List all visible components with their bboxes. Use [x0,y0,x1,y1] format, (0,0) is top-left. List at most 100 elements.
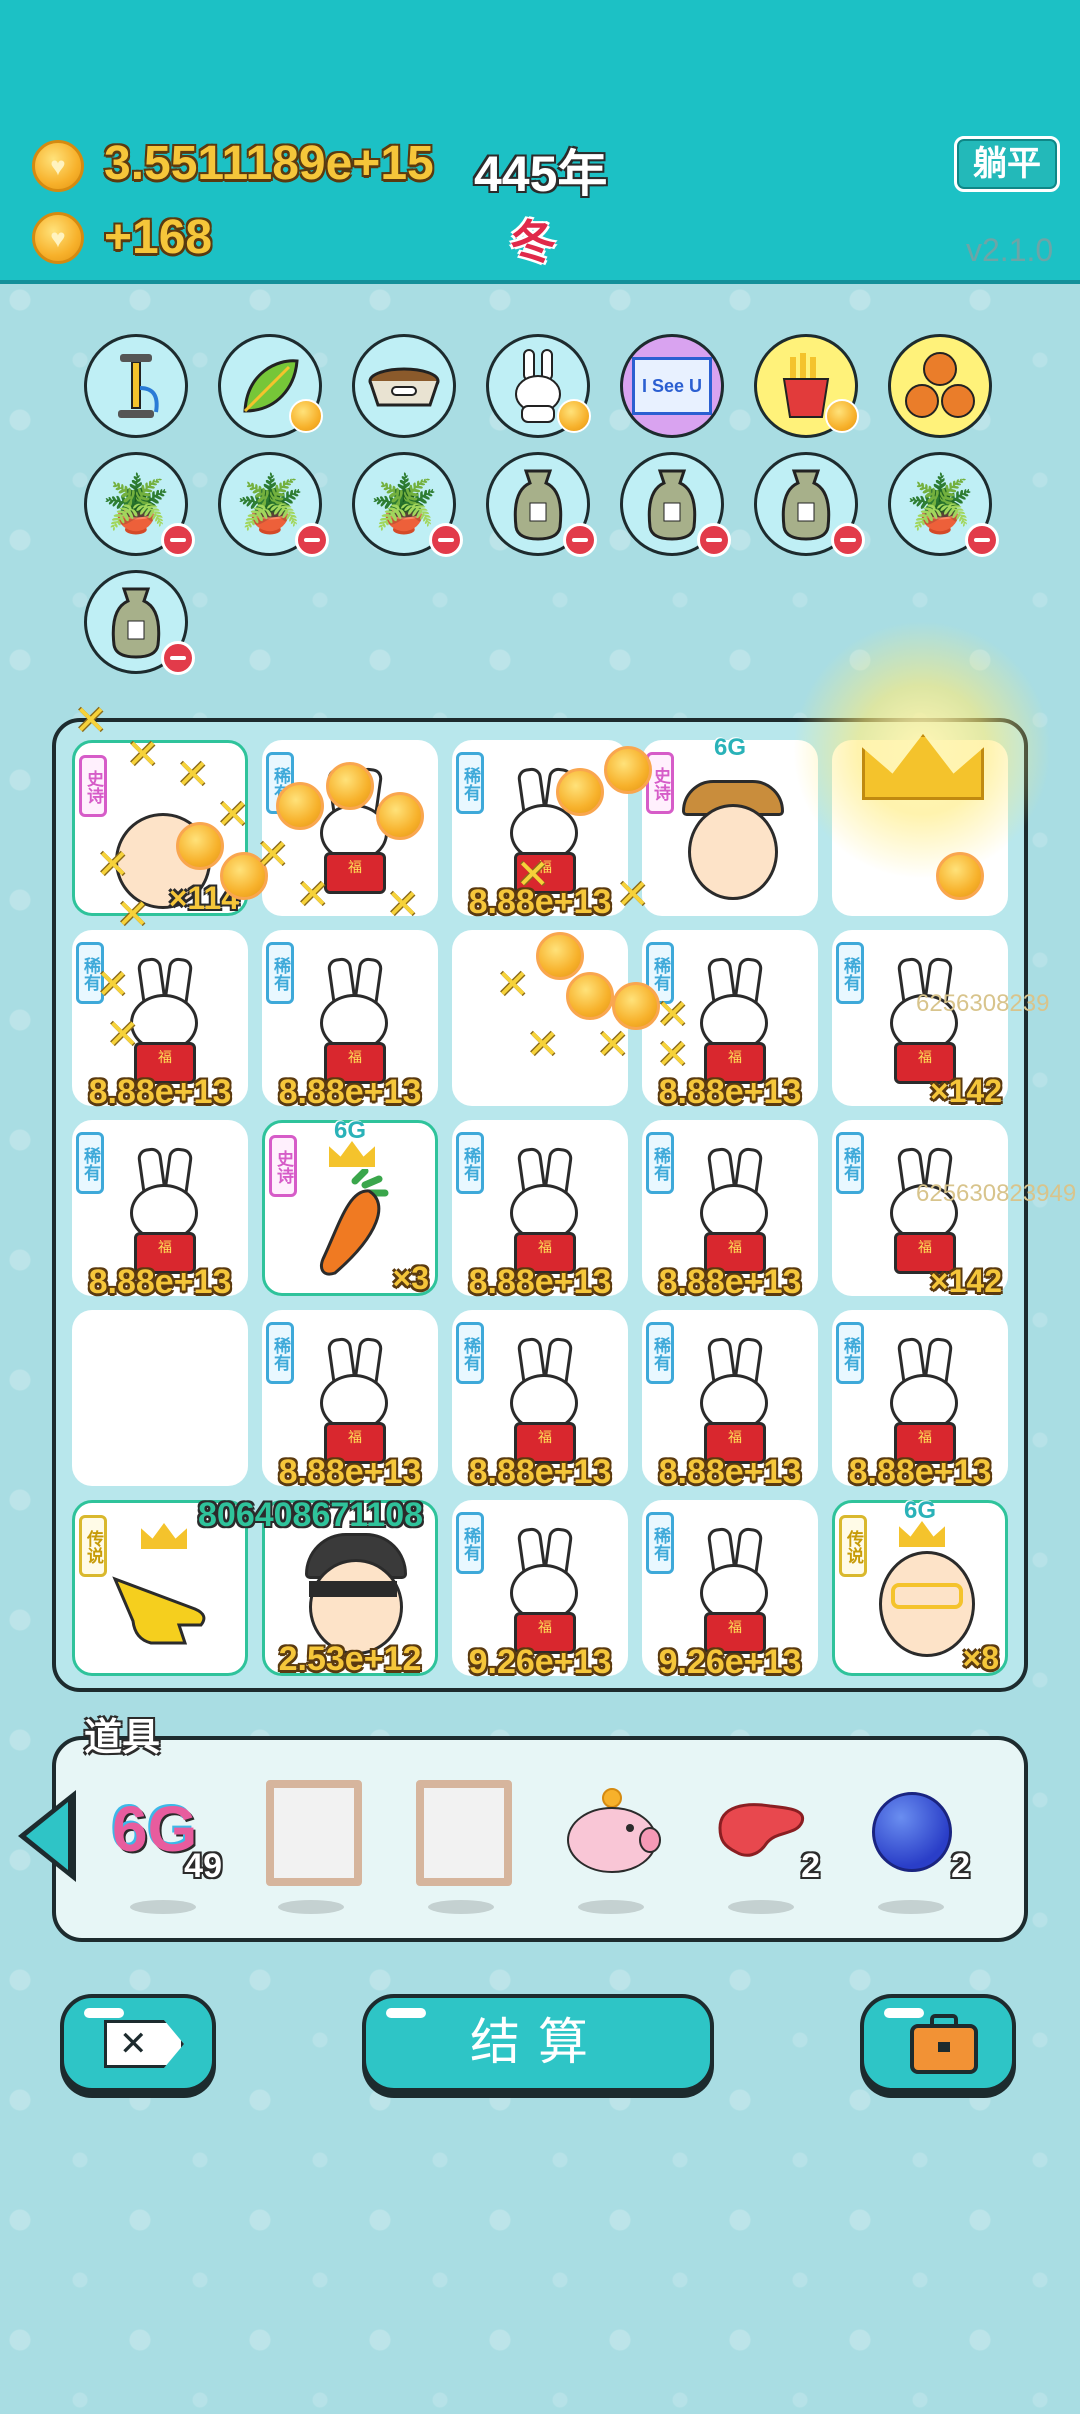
quit-button[interactable]: ✕ [60,1994,216,2092]
bunny-character [692,956,772,1088]
cross-effect: ✕ [526,1023,560,1067]
coin-effect [276,782,324,830]
cell-value: 8.88e+13 [278,1073,422,1111]
bunny-character [312,956,392,1088]
cell-value: 8.88e+13 [658,1453,802,1491]
board-cell[interactable]: 传说 6G ×8 [832,1497,1008,1676]
briefcase-icon [910,2014,978,2074]
tool-count: 2 [801,1847,820,1885]
cross-effect: ✕ [296,873,330,917]
fries-icon[interactable] [754,334,859,438]
board-cell[interactable] [792,620,1052,916]
cell-count: ×3 [392,1260,429,1296]
board-cell[interactable]: 稀有 9.26e+13 [642,1500,818,1681]
rarity-badge: 传说 [79,1515,107,1577]
tool-blueberry[interactable]: 2 [856,1774,970,1914]
rarity-badge: 稀有 [76,1132,104,1194]
button-shine [84,2008,124,2018]
rarity-badge: 稀有 [456,1132,484,1194]
board-cell[interactable]: 稀有 ×142 [832,930,1008,1109]
sack-icon[interactable] [754,452,865,557]
board-cell[interactable]: 稀有 8.88e+13 [72,1120,248,1301]
coin-effect [604,746,652,794]
dog-bowl-icon[interactable] [352,334,456,438]
button-shine [386,2008,426,2018]
season-label: 冬 [510,216,556,268]
rarity-badge: 稀有 [836,942,864,1004]
rarity-badge: 稀有 [266,942,294,1004]
leaf-icon[interactable] [218,334,323,438]
remove-icon[interactable] [965,523,999,557]
rarity-badge: 史诗 [79,755,107,817]
board-cell[interactable]: 稀有 ×142 [832,1120,1008,1299]
board-cell[interactable]: 稀有 8.88e+13 [262,930,438,1111]
coin-total: 3.5511189e+15 [104,137,434,190]
cross-effect: ✕ [176,753,210,797]
sack-icon[interactable] [84,570,195,675]
flower-pot-icon[interactable]: 🪴 [888,452,999,557]
cell-value: 8.88e+13 [88,1263,232,1301]
board-cell-empty[interactable] [72,1310,248,1486]
sack-icon[interactable] [620,452,731,557]
cross-effect: ✕ [256,833,290,877]
cross-effect: ✕ [656,1033,690,1077]
cell-value: 9.26e+13 [468,1643,612,1681]
cell-value: 8.88e+13 [658,1073,802,1111]
flower-pot-icon[interactable]: 🪴 [84,452,195,557]
board-cell[interactable]: 史诗 6G [642,734,818,916]
frame-icon [416,1780,512,1886]
board-cell[interactable]: 稀有 8.88e+13 [452,1310,628,1491]
board-cell[interactable]: 稀有 8.88e+13 [832,1310,1008,1491]
board-cell[interactable]: 史诗 6G ×3 [262,1117,438,1296]
cross-effect: ✕ [116,893,150,937]
bunny-character [502,1526,582,1658]
remove-icon[interactable] [161,523,195,557]
basketballs-icon[interactable] [888,334,992,438]
tool-shadow [130,1900,196,1914]
board-cell[interactable]: 稀有 8.88e+13 [452,1120,628,1301]
bunny-item-icon[interactable] [486,334,591,438]
6g-tag: 6G [903,1497,936,1524]
board-cell[interactable]: 稀有 8.88e+13 [72,930,248,1111]
tool-shadow [428,1900,494,1914]
tool-piggy-bank[interactable] [556,1774,666,1914]
tool-frame[interactable] [406,1774,516,1914]
cross-effect: ✕ [74,699,108,743]
left-arrow-icon[interactable] [18,1790,76,1882]
settle-button[interactable]: 结算 [362,1994,714,2092]
heart-badge-icon [557,399,591,433]
cell-value: 9.26e+13 [658,1643,802,1681]
tool-shadow [278,1900,344,1914]
remove-icon[interactable] [563,523,597,557]
rarity-badge: 稀有 [266,1322,294,1384]
cell-count: ×142 [929,1263,1002,1299]
flower-pot-icon[interactable]: 🪴 [218,452,329,557]
board-cell[interactable]: 稀有 8.88e+13 [642,1120,818,1301]
cell-value: 8.88e+13 [468,1263,612,1301]
lie-flat-button[interactable]: 躺平 [954,136,1060,192]
rarity-badge: 稀有 [836,1322,864,1384]
flower-pot-icon[interactable]: 🪴 [352,452,463,557]
bunny-character [692,1526,772,1658]
remove-icon[interactable] [295,523,329,557]
remove-icon[interactable] [697,523,731,557]
board-cell[interactable]: 稀有 8.88e+13 [642,1310,818,1491]
bunny-character [312,1336,392,1468]
briefcase-button[interactable] [860,1994,1016,2092]
cross-effect: ✕ [516,853,550,897]
sack-icon[interactable] [486,452,597,557]
tool-liver[interactable]: 2 [706,1774,820,1914]
tool-6g[interactable]: 6G 49 [108,1774,222,1914]
cross-effect: ✕ [96,843,130,887]
tool-frame[interactable] [256,1774,366,1914]
pump-icon[interactable] [84,334,188,438]
see-u-card-icon[interactable]: I See U [620,334,724,438]
remove-icon[interactable] [831,523,865,557]
glasses-icon [891,1583,963,1609]
blueberry-icon [872,1792,952,1872]
board-cell[interactable]: 稀有 8.88e+13 [262,1310,438,1491]
remove-icon[interactable] [429,523,463,557]
board-cell[interactable]: 稀有 9.26e+13 [452,1500,628,1681]
cross-effect: ✕ [596,1023,630,1067]
remove-icon[interactable] [161,641,195,675]
